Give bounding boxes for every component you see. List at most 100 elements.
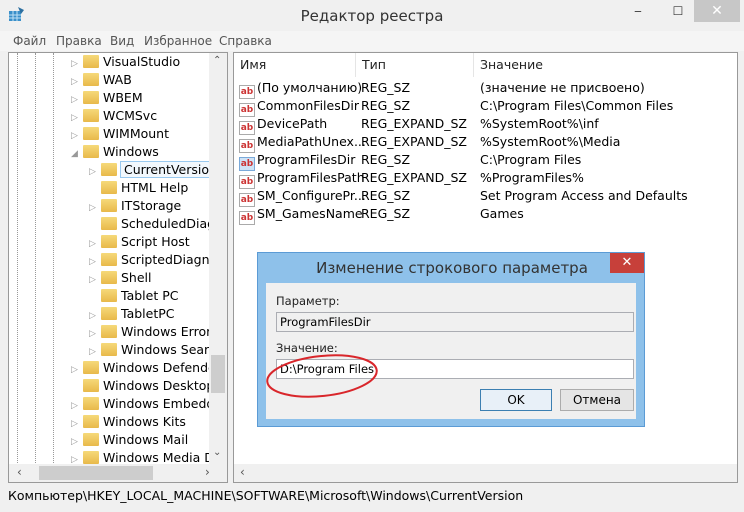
tree-item[interactable]: ▷ WIMMount xyxy=(71,125,169,143)
ok-button[interactable]: OK xyxy=(480,389,552,411)
list-row[interactable]: ab ProgramFilesPath REG_EXPAND_SZ %ProgramF… xyxy=(234,169,737,189)
value-name: CommonFilesDir xyxy=(257,98,359,113)
scroll-left-icon[interactable]: ‹ xyxy=(240,465,245,479)
value-type: REG_SZ xyxy=(361,80,411,95)
value-type: REG_SZ xyxy=(361,206,411,221)
tree-item[interactable]: ▷ Windows Search xyxy=(89,341,224,359)
tree-item[interactable]: ▷ Shell xyxy=(89,269,152,287)
value-name: ProgramFilesDir xyxy=(257,152,356,167)
menu-view[interactable]: Вид xyxy=(110,34,134,48)
tree-horizontal-scrollbar[interactable]: ‹ › xyxy=(9,464,227,482)
tree-item-label: ScheduledDiagn xyxy=(121,216,223,231)
value-name: SM_GamesName xyxy=(257,206,363,221)
tree-item[interactable]: ▷ ITStorage xyxy=(89,197,181,215)
menu-favorites[interactable]: Избранное xyxy=(144,34,212,48)
menu-help[interactable]: Справка xyxy=(219,34,272,48)
tree-item[interactable]: ◢ Windows xyxy=(71,143,159,161)
list-row[interactable]: ab DevicePath REG_EXPAND_SZ %SystemRoot%\in… xyxy=(234,115,737,135)
value-data: Set Program Access and Defaults xyxy=(480,188,688,203)
status-bar: Компьютер\HKEY_LOCAL_MACHINE\SOFTWARE\Mi… xyxy=(8,488,524,503)
tree-item[interactable]: Windows Desktop S xyxy=(71,377,226,395)
tree-item[interactable]: ▷ WAB xyxy=(71,71,132,89)
list-row[interactable]: ab SM_GamesName REG_SZ Games xyxy=(234,205,737,225)
value-data: Games xyxy=(480,206,524,221)
list-row[interactable]: ab SM_ConfigurePr... REG_SZ Set Program Acc… xyxy=(234,187,737,207)
folder-icon xyxy=(101,325,117,338)
tree-item-label: ITStorage xyxy=(121,198,182,213)
list-row[interactable]: ab (По умолчанию) REG_SZ (значение не присв… xyxy=(234,79,737,99)
tree-item[interactable]: ▷ CurrentVersion xyxy=(89,161,221,179)
cancel-button[interactable]: Отмена xyxy=(560,389,634,411)
column-name[interactable]: Имя xyxy=(234,53,356,77)
tree-item[interactable]: HTML Help xyxy=(89,179,188,197)
tree-vertical-scrollbar[interactable]: ⌃ ⌄ xyxy=(209,53,227,464)
folder-icon xyxy=(83,91,99,104)
column-type[interactable]: Тип xyxy=(356,53,474,77)
value-type: REG_EXPAND_SZ xyxy=(361,134,467,149)
value-type: REG_EXPAND_SZ xyxy=(361,170,467,185)
value-data: C:\Program Files xyxy=(480,152,582,167)
string-value-icon: ab xyxy=(239,211,255,225)
folder-icon xyxy=(101,235,117,248)
maximize-button[interactable]: ☐ xyxy=(662,0,694,22)
scroll-up-icon[interactable]: ⌃ xyxy=(213,55,221,66)
folder-icon xyxy=(83,379,99,392)
dialog-close-button[interactable]: ✕ xyxy=(610,253,644,273)
value-data: C:\Program Files\Common Files xyxy=(480,98,674,113)
registry-tree[interactable]: ▷ VisualStudio ▷ WAB ▷ WBEM ▷ WCMSvc ▷ WIMMount ◢ W… xyxy=(8,52,228,483)
folder-icon xyxy=(101,289,117,302)
tree-item-label: WAB xyxy=(103,72,132,87)
collapse-arrow-icon[interactable]: ◢ xyxy=(71,145,83,163)
tree-item-label: Windows Defender xyxy=(103,360,221,375)
tree-item[interactable]: ▷ Script Host xyxy=(89,233,190,251)
tree-item-label: VisualStudio xyxy=(103,54,181,69)
tree-item-label: CurrentVersion xyxy=(120,161,221,178)
list-row[interactable]: ab ProgramFilesDir REG_SZ C:\Program Files xyxy=(234,151,737,171)
tree-item[interactable]: Tablet PC xyxy=(89,287,178,305)
tree-item[interactable]: ▷ WBEM xyxy=(71,89,143,107)
tree-item-label: WBEM xyxy=(103,90,143,105)
tree-item[interactable]: ▷ VisualStudio xyxy=(71,53,180,71)
column-value[interactable]: Значение xyxy=(474,53,737,77)
red-annotation-ellipse xyxy=(266,354,378,398)
value-type: REG_EXPAND_SZ xyxy=(361,116,467,131)
title-bar: Редактор реестра ‒ ☐ ✕ xyxy=(0,0,744,31)
menu-edit[interactable]: Правка xyxy=(56,34,102,48)
menu-bar: Файл Правка Вид Избранное Справка xyxy=(0,31,744,51)
folder-icon xyxy=(83,55,99,68)
scroll-left-icon[interactable]: ‹ xyxy=(17,465,22,479)
value-data: %ProgramFiles% xyxy=(480,170,584,185)
scroll-thumb[interactable] xyxy=(39,466,153,480)
tree-item-label: Windows Kits xyxy=(103,414,186,429)
close-button[interactable]: ✕ xyxy=(694,0,740,22)
folder-icon xyxy=(101,181,117,194)
tree-item[interactable]: ▷ Windows Embedded xyxy=(71,395,227,413)
scroll-right-icon[interactable]: › xyxy=(205,465,210,479)
folder-icon xyxy=(101,163,117,176)
value-type: REG_SZ xyxy=(361,188,411,203)
folder-icon xyxy=(83,415,99,428)
tree-item[interactable]: ▷ ScriptedDiagnos xyxy=(89,251,224,269)
tree-item[interactable]: ▷ Windows Kits xyxy=(71,413,186,431)
param-name-field: ProgramFilesDir xyxy=(276,312,634,332)
tree-item[interactable]: ScheduledDiagn xyxy=(89,215,223,233)
scroll-down-icon[interactable]: ⌄ xyxy=(213,447,221,458)
tree-item[interactable]: ▷ TabletPC xyxy=(89,305,175,323)
list-horizontal-scrollbar[interactable]: ‹ xyxy=(234,464,737,482)
scroll-thumb[interactable] xyxy=(211,355,225,393)
tree-item[interactable]: ▷ Windows Defender xyxy=(71,359,221,377)
folder-icon xyxy=(83,109,99,122)
folder-icon xyxy=(83,451,99,464)
tree-item-label: Windows xyxy=(103,144,159,159)
menu-file[interactable]: Файл xyxy=(13,34,46,48)
minimize-button[interactable]: ‒ xyxy=(622,0,654,22)
list-row[interactable]: ab CommonFilesDir REG_SZ C:\Program Files\C… xyxy=(234,97,737,117)
list-row[interactable]: ab MediaPathUnex... REG_EXPAND_SZ %SystemRo… xyxy=(234,133,737,153)
tree-item[interactable]: ▷ Windows Error R xyxy=(89,323,224,341)
param-label: Параметр: xyxy=(276,294,340,308)
value-type: REG_SZ xyxy=(361,152,411,167)
tree-item-label: TabletPC xyxy=(121,306,175,321)
tree-item[interactable]: ▷ Windows Mail xyxy=(71,431,188,449)
value-name: ProgramFilesPath xyxy=(257,170,365,185)
tree-item[interactable]: ▷ WCMSvc xyxy=(71,107,157,125)
